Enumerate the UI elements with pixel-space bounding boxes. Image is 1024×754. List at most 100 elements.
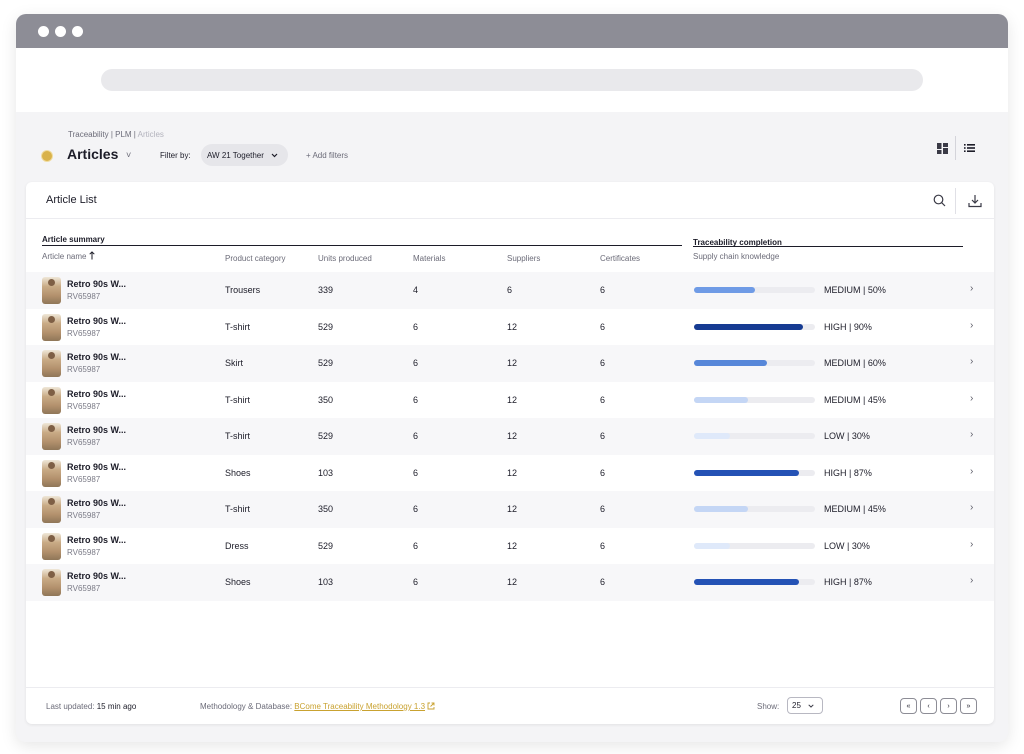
units-cell: 529 — [318, 540, 334, 551]
certificates-cell: 6 — [600, 467, 606, 478]
page-size-select[interactable]: 25 — [787, 697, 823, 714]
traceability-progress-fill — [694, 579, 800, 585]
methodology-link[interactable]: BCome Traceability Methodology 1.3 — [294, 702, 425, 711]
materials-cell: 6 — [413, 577, 419, 587]
traceability-status: MEDIUM | 60% — [824, 358, 886, 368]
group-underline-traceability — [693, 246, 963, 247]
article-name[interactable]: Retro 90s W... — [67, 389, 126, 399]
units-cell: 103 — [318, 467, 334, 478]
suppliers-cell: 12 — [507, 577, 518, 587]
window-control-minimize[interactable] — [55, 25, 66, 37]
traceability-progress-fill — [694, 433, 731, 439]
column-header-name[interactable]: Article name — [42, 251, 95, 261]
breadcrumb: Traceability | PLM | Articles — [68, 130, 164, 139]
article-name[interactable]: Retro 90s W... — [67, 535, 126, 545]
category-cell: T-shirt — [225, 394, 251, 405]
units-cell: 350 — [318, 504, 334, 514]
traceability-status: LOW | 30% — [824, 431, 870, 441]
table-row[interactable]: Retro 90s W... RV65987 Dress 529 6 12 6 LOW | 3… — [26, 528, 994, 565]
traceability-progress-fill — [694, 323, 803, 330]
traceability-progress-fill — [694, 396, 749, 403]
methodology-label: Methodology & Database: — [200, 702, 293, 711]
article-name[interactable]: Retro 90s W... — [67, 352, 126, 362]
browser-window: Traceability | PLM | Articles Articles ˅… — [16, 14, 1008, 742]
window-control-close[interactable] — [38, 25, 49, 37]
window-titlebar — [16, 14, 1008, 48]
chevron-right-icon[interactable]: › — [970, 356, 973, 367]
chevron-right-icon[interactable]: › — [970, 429, 973, 440]
table-row[interactable]: Retro 90s W... RV65987 Shoes 103 6 12 6 HIGH | … — [26, 564, 994, 601]
article-thumbnail — [42, 350, 61, 377]
suppliers-cell: 12 — [507, 431, 518, 441]
column-header-category[interactable]: Product category — [225, 254, 285, 263]
column-header-certificates[interactable]: Certificates — [600, 254, 640, 263]
status-dot-icon — [42, 151, 52, 161]
traceability-progress-bar — [694, 287, 815, 293]
category-cell: T-shirt — [225, 431, 251, 441]
chevron-right-icon[interactable]: › — [970, 320, 973, 331]
category-cell: Trousers — [225, 285, 261, 295]
last-updated-value: 15 min ago — [96, 702, 137, 711]
traceability-progress-bar — [694, 433, 815, 439]
traceability-progress-fill — [694, 360, 767, 366]
chevron-right-icon[interactable]: › — [970, 502, 973, 513]
next-page-button[interactable]: › — [940, 698, 957, 714]
article-code: RV65987 — [67, 401, 101, 411]
materials-cell: 6 — [413, 504, 419, 514]
page-title[interactable]: Articles — [67, 146, 118, 162]
article-name[interactable]: Retro 90s W... — [67, 571, 126, 581]
suppliers-cell: 12 — [507, 321, 518, 332]
chevron-right-icon[interactable]: › — [970, 539, 973, 550]
table-row[interactable]: Retro 90s W... RV65987 T-shirt 350 6 12 6 MEDIU… — [26, 491, 994, 528]
previous-page-button[interactable]: ‹ — [920, 698, 937, 714]
column-header-materials[interactable]: Materials — [413, 254, 445, 263]
breadcrumb-current: Articles — [137, 130, 164, 139]
table-row[interactable]: Retro 90s W... RV65987 T-shirt 529 6 12 6 LOW |… — [26, 418, 994, 455]
chevron-right-icon[interactable]: › — [970, 393, 973, 404]
article-name[interactable]: Retro 90s W... — [67, 279, 126, 289]
filter-dropdown[interactable]: AW 21 Together — [201, 144, 288, 166]
search-button[interactable] — [923, 185, 955, 217]
sort-arrow-up-icon[interactable] — [89, 251, 95, 260]
address-bar[interactable] — [101, 69, 923, 91]
article-code: RV65987 — [67, 474, 101, 484]
article-name[interactable]: Retro 90s W... — [67, 498, 126, 508]
table-row[interactable]: Retro 90s W... RV65987 Shoes 103 6 12 6 HIGH | … — [26, 455, 994, 492]
add-filters-button[interactable]: + Add filters — [306, 151, 348, 160]
chevron-down-icon[interactable]: ˅ — [126, 150, 131, 160]
units-cell: 350 — [318, 394, 334, 405]
suppliers-cell: 12 — [507, 540, 518, 551]
traceability-progress-bar — [694, 396, 815, 403]
table-row[interactable]: Retro 90s W... RV65987 T-shirt 350 6 12 6 MEDIU… — [26, 382, 994, 419]
certificates-cell: 6 — [600, 358, 606, 368]
category-cell: Shoes — [225, 577, 251, 587]
article-thumbnail — [42, 423, 61, 450]
column-header-knowledge[interactable]: Supply chain knowledge — [693, 252, 779, 261]
table-row[interactable]: Retro 90s W... RV65987 T-shirt 529 6 12 6 HIGH … — [26, 309, 994, 346]
last-page-button[interactable]: » — [960, 698, 977, 714]
grid-view-button[interactable] — [929, 136, 955, 160]
chevron-right-icon[interactable]: › — [970, 466, 973, 477]
chevron-right-icon[interactable]: › — [970, 283, 973, 294]
chevron-right-icon[interactable]: › — [970, 575, 973, 586]
filter-label: Filter by: — [160, 151, 191, 160]
window-control-maximize[interactable] — [72, 25, 83, 37]
download-button[interactable] — [956, 185, 994, 217]
table-row[interactable]: Retro 90s W... RV65987 Skirt 529 6 12 6 MEDIUM … — [26, 345, 994, 382]
article-name[interactable]: Retro 90s W... — [67, 425, 126, 435]
article-code: RV65987 — [67, 547, 101, 557]
column-header-name-label: Article name — [42, 252, 87, 261]
materials-cell: 4 — [413, 285, 419, 295]
article-thumbnail — [42, 532, 61, 560]
article-name[interactable]: Retro 90s W... — [67, 462, 126, 472]
address-area — [16, 48, 1008, 112]
article-name[interactable]: Retro 90s W... — [67, 316, 126, 326]
view-toggle — [929, 136, 982, 160]
column-header-suppliers[interactable]: Suppliers — [507, 254, 540, 263]
first-page-button[interactable]: « — [900, 698, 917, 714]
external-link-icon[interactable] — [427, 702, 435, 710]
breadcrumb-path[interactable]: Traceability | PLM | — [68, 130, 138, 139]
table-row[interactable]: Retro 90s W... RV65987 Trousers 339 4 6 6 MEDIU… — [26, 272, 994, 309]
list-view-button[interactable] — [956, 136, 982, 160]
column-header-units[interactable]: Units produced — [318, 254, 372, 263]
